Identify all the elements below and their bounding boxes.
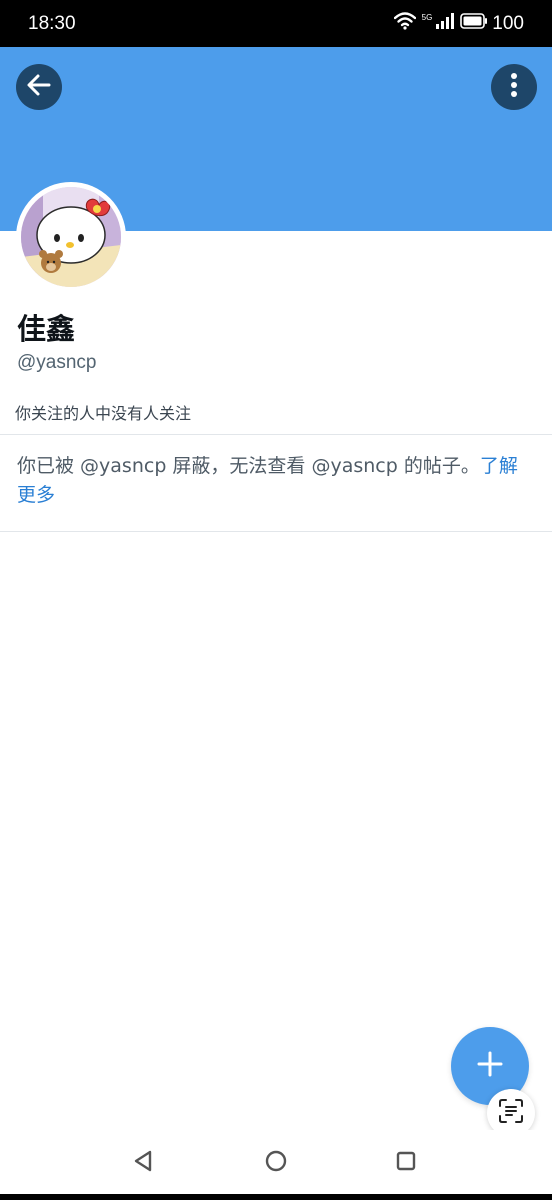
wifi-icon xyxy=(393,11,416,36)
followers-you-know-note[interactable]: 你关注的人中没有人关注 xyxy=(15,400,191,424)
system-nav-bar xyxy=(0,1130,552,1194)
blocked-notice: 你已被 @yasncp 屏蔽，无法查看 @yasncp 的帖子。了解更多 xyxy=(17,452,532,510)
user-handle: @yasncp xyxy=(17,352,97,373)
battery-indicator: 100 xyxy=(460,13,524,35)
square-recents-icon xyxy=(395,1150,417,1176)
back-button[interactable] xyxy=(16,64,62,110)
divider-top xyxy=(0,434,552,435)
battery-icon xyxy=(460,12,488,35)
divider-bottom xyxy=(0,531,552,532)
status-icons: 5G 100 xyxy=(393,11,524,36)
plus-icon xyxy=(477,1051,503,1081)
display-name: 佳鑫 xyxy=(17,312,76,346)
triangle-back-icon xyxy=(132,1149,154,1177)
battery-level: 100 xyxy=(492,12,524,34)
status-time: 18:30 xyxy=(28,12,76,34)
network-type-label: 5G xyxy=(421,12,433,22)
arrow-left-icon xyxy=(26,72,52,102)
status-bar: 18:30 5G 100 xyxy=(0,0,552,47)
blocked-notice-text: 你已被 @yasncp 屏蔽，无法查看 @yasncp 的帖子。 xyxy=(17,455,480,477)
nav-back-button[interactable] xyxy=(130,1150,156,1176)
signal-icon xyxy=(436,12,455,35)
avatar-image xyxy=(21,187,121,287)
nav-recents-button[interactable] xyxy=(393,1150,419,1176)
circle-home-icon xyxy=(264,1149,288,1177)
screen-bottom-edge xyxy=(0,1194,552,1200)
text-scan-icon xyxy=(498,1098,524,1128)
profile-screen: 18:30 5G 100 佳鑫 @yasncp 你关注的人中没有人关注 你已被 … xyxy=(0,0,552,1200)
more-options-button[interactable] xyxy=(491,64,537,110)
vertical-ellipsis-icon xyxy=(510,72,518,102)
avatar[interactable] xyxy=(16,182,126,292)
nav-home-button[interactable] xyxy=(263,1150,289,1176)
